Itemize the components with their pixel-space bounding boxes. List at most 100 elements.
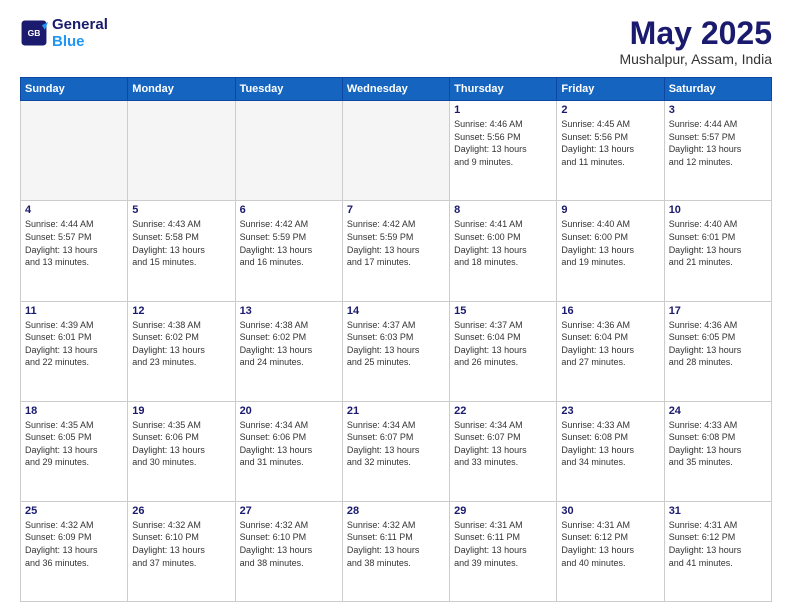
day-number: 11 xyxy=(25,305,123,317)
col-tuesday: Tuesday xyxy=(235,78,342,101)
day-info: Sunrise: 4:33 AMSunset: 6:08 PMDaylight:… xyxy=(561,419,659,469)
table-cell: 19 Sunrise: 4:35 AMSunset: 6:06 PMDayligh… xyxy=(128,401,235,501)
day-info: Sunrise: 4:31 AMSunset: 6:11 PMDaylight:… xyxy=(454,519,552,569)
header-row: Sunday Monday Tuesday Wednesday Thursday… xyxy=(21,78,772,101)
day-info: Sunrise: 4:38 AMSunset: 6:02 PMDaylight:… xyxy=(240,319,338,369)
table-cell: 25 Sunrise: 4:32 AMSunset: 6:09 PMDayligh… xyxy=(21,501,128,601)
table-cell xyxy=(235,101,342,201)
table-cell: 31 Sunrise: 4:31 AMSunset: 6:12 PMDayligh… xyxy=(664,501,771,601)
table-cell: 18Sunrise: 4:35 AMSunset: 6:05 PMDayligh… xyxy=(21,401,128,501)
col-sunday: Sunday xyxy=(21,78,128,101)
table-cell xyxy=(342,101,449,201)
table-cell: 27Sunrise: 4:32 AMSunset: 6:10 PMDayligh… xyxy=(235,501,342,601)
table-cell: 3 Sunrise: 4:44 AMSunset: 5:57 PMDaylight… xyxy=(664,101,771,201)
week-row-4: 18Sunrise: 4:35 AMSunset: 6:05 PMDayligh… xyxy=(21,401,772,501)
header: GB General Blue May 2025 Mushalpur, Assa… xyxy=(20,16,772,67)
table-cell: 21 Sunrise: 4:34 AMSunset: 6:07 PMDayligh… xyxy=(342,401,449,501)
table-cell: 11 Sunrise: 4:39 AMSunset: 6:01 PMDayligh… xyxy=(21,301,128,401)
day-number: 12 xyxy=(132,305,230,317)
table-cell: 26 Sunrise: 4:32 AMSunset: 6:10 PMDayligh… xyxy=(128,501,235,601)
table-cell: 12 Sunrise: 4:38 AMSunset: 6:02 PMDayligh… xyxy=(128,301,235,401)
day-info: Sunrise: 4:37 AMSunset: 6:04 PMDaylight:… xyxy=(454,319,552,369)
month-title: May 2025 xyxy=(619,16,772,51)
day-info: Sunrise: 4:40 AMSunset: 6:01 PMDaylight:… xyxy=(669,218,767,268)
day-info: Sunrise: 4:46 AMSunset: 5:56 PMDaylight:… xyxy=(454,118,552,168)
table-cell: 4 Sunrise: 4:44 AMSunset: 5:57 PMDaylight… xyxy=(21,201,128,301)
title-block: May 2025 Mushalpur, Assam, India xyxy=(619,16,772,67)
logo-text: General Blue xyxy=(52,16,108,50)
table-cell: 29 Sunrise: 4:31 AMSunset: 6:11 PMDayligh… xyxy=(450,501,557,601)
day-info: Sunrise: 4:32 AMSunset: 6:10 PMDaylight:… xyxy=(240,519,338,569)
table-cell: 14Sunrise: 4:37 AMSunset: 6:03 PMDayligh… xyxy=(342,301,449,401)
col-monday: Monday xyxy=(128,78,235,101)
table-cell: 20 Sunrise: 4:34 AMSunset: 6:06 PMDayligh… xyxy=(235,401,342,501)
logo: GB General Blue xyxy=(20,16,108,50)
table-cell: 17Sunrise: 4:36 AMSunset: 6:05 PMDayligh… xyxy=(664,301,771,401)
day-info: Sunrise: 4:32 AMSunset: 6:11 PMDaylight:… xyxy=(347,519,445,569)
table-cell: 10Sunrise: 4:40 AMSunset: 6:01 PMDayligh… xyxy=(664,201,771,301)
day-info: Sunrise: 4:35 AMSunset: 6:06 PMDaylight:… xyxy=(132,419,230,469)
day-info: Sunrise: 4:44 AMSunset: 5:57 PMDaylight:… xyxy=(669,118,767,168)
day-number: 31 xyxy=(669,505,767,517)
day-number: 29 xyxy=(454,505,552,517)
week-row-1: 1Sunrise: 4:46 AMSunset: 5:56 PMDaylight… xyxy=(21,101,772,201)
day-info: Sunrise: 4:41 AMSunset: 6:00 PMDaylight:… xyxy=(454,218,552,268)
day-info: Sunrise: 4:31 AMSunset: 6:12 PMDaylight:… xyxy=(561,519,659,569)
day-number: 21 xyxy=(347,405,445,417)
table-cell xyxy=(21,101,128,201)
day-info: Sunrise: 4:38 AMSunset: 6:02 PMDaylight:… xyxy=(132,319,230,369)
table-cell: 5Sunrise: 4:43 AMSunset: 5:58 PMDaylight… xyxy=(128,201,235,301)
table-cell: 24Sunrise: 4:33 AMSunset: 6:08 PMDayligh… xyxy=(664,401,771,501)
day-info: Sunrise: 4:42 AMSunset: 5:59 PMDaylight:… xyxy=(347,218,445,268)
page: GB General Blue May 2025 Mushalpur, Assa… xyxy=(0,0,792,612)
day-info: Sunrise: 4:35 AMSunset: 6:05 PMDaylight:… xyxy=(25,419,123,469)
day-info: Sunrise: 4:36 AMSunset: 6:04 PMDaylight:… xyxy=(561,319,659,369)
day-number: 22 xyxy=(454,405,552,417)
day-number: 28 xyxy=(347,505,445,517)
table-cell: 1Sunrise: 4:46 AMSunset: 5:56 PMDaylight… xyxy=(450,101,557,201)
day-number: 30 xyxy=(561,505,659,517)
day-number: 15 xyxy=(454,305,552,317)
day-number: 8 xyxy=(454,204,552,216)
col-thursday: Thursday xyxy=(450,78,557,101)
day-number: 26 xyxy=(132,505,230,517)
day-info: Sunrise: 4:39 AMSunset: 6:01 PMDaylight:… xyxy=(25,319,123,369)
day-info: Sunrise: 4:32 AMSunset: 6:10 PMDaylight:… xyxy=(132,519,230,569)
day-info: Sunrise: 4:31 AMSunset: 6:12 PMDaylight:… xyxy=(669,519,767,569)
day-number: 16 xyxy=(561,305,659,317)
table-cell: 23 Sunrise: 4:33 AMSunset: 6:08 PMDayligh… xyxy=(557,401,664,501)
day-info: Sunrise: 4:40 AMSunset: 6:00 PMDaylight:… xyxy=(561,218,659,268)
day-number: 20 xyxy=(240,405,338,417)
day-info: Sunrise: 4:34 AMSunset: 6:07 PMDaylight:… xyxy=(347,419,445,469)
day-number: 4 xyxy=(25,204,123,216)
week-row-5: 25 Sunrise: 4:32 AMSunset: 6:09 PMDayligh… xyxy=(21,501,772,601)
day-info: Sunrise: 4:42 AMSunset: 5:59 PMDaylight:… xyxy=(240,218,338,268)
day-info: Sunrise: 4:34 AMSunset: 6:07 PMDaylight:… xyxy=(454,419,552,469)
day-number: 13 xyxy=(240,305,338,317)
day-number: 7 xyxy=(347,204,445,216)
day-info: Sunrise: 4:43 AMSunset: 5:58 PMDaylight:… xyxy=(132,218,230,268)
day-number: 9 xyxy=(561,204,659,216)
table-cell: 8 Sunrise: 4:41 AMSunset: 6:00 PMDaylight… xyxy=(450,201,557,301)
day-number: 3 xyxy=(669,104,767,116)
table-cell: 16 Sunrise: 4:36 AMSunset: 6:04 PMDayligh… xyxy=(557,301,664,401)
day-info: Sunrise: 4:37 AMSunset: 6:03 PMDaylight:… xyxy=(347,319,445,369)
day-number: 19 xyxy=(132,405,230,417)
day-number: 6 xyxy=(240,204,338,216)
day-info: Sunrise: 4:34 AMSunset: 6:06 PMDaylight:… xyxy=(240,419,338,469)
calendar-table: Sunday Monday Tuesday Wednesday Thursday… xyxy=(20,77,772,602)
day-info: Sunrise: 4:32 AMSunset: 6:09 PMDaylight:… xyxy=(25,519,123,569)
day-number: 23 xyxy=(561,405,659,417)
table-cell: 15 Sunrise: 4:37 AMSunset: 6:04 PMDayligh… xyxy=(450,301,557,401)
table-cell: 9 Sunrise: 4:40 AMSunset: 6:00 PMDaylight… xyxy=(557,201,664,301)
table-cell: 30 Sunrise: 4:31 AMSunset: 6:12 PMDayligh… xyxy=(557,501,664,601)
day-number: 2 xyxy=(561,104,659,116)
day-number: 25 xyxy=(25,505,123,517)
day-info: Sunrise: 4:44 AMSunset: 5:57 PMDaylight:… xyxy=(25,218,123,268)
location: Mushalpur, Assam, India xyxy=(619,51,772,67)
col-saturday: Saturday xyxy=(664,78,771,101)
day-info: Sunrise: 4:33 AMSunset: 6:08 PMDaylight:… xyxy=(669,419,767,469)
svg-text:GB: GB xyxy=(28,28,41,38)
week-row-2: 4 Sunrise: 4:44 AMSunset: 5:57 PMDaylight… xyxy=(21,201,772,301)
table-cell: 13 Sunrise: 4:38 AMSunset: 6:02 PMDayligh… xyxy=(235,301,342,401)
